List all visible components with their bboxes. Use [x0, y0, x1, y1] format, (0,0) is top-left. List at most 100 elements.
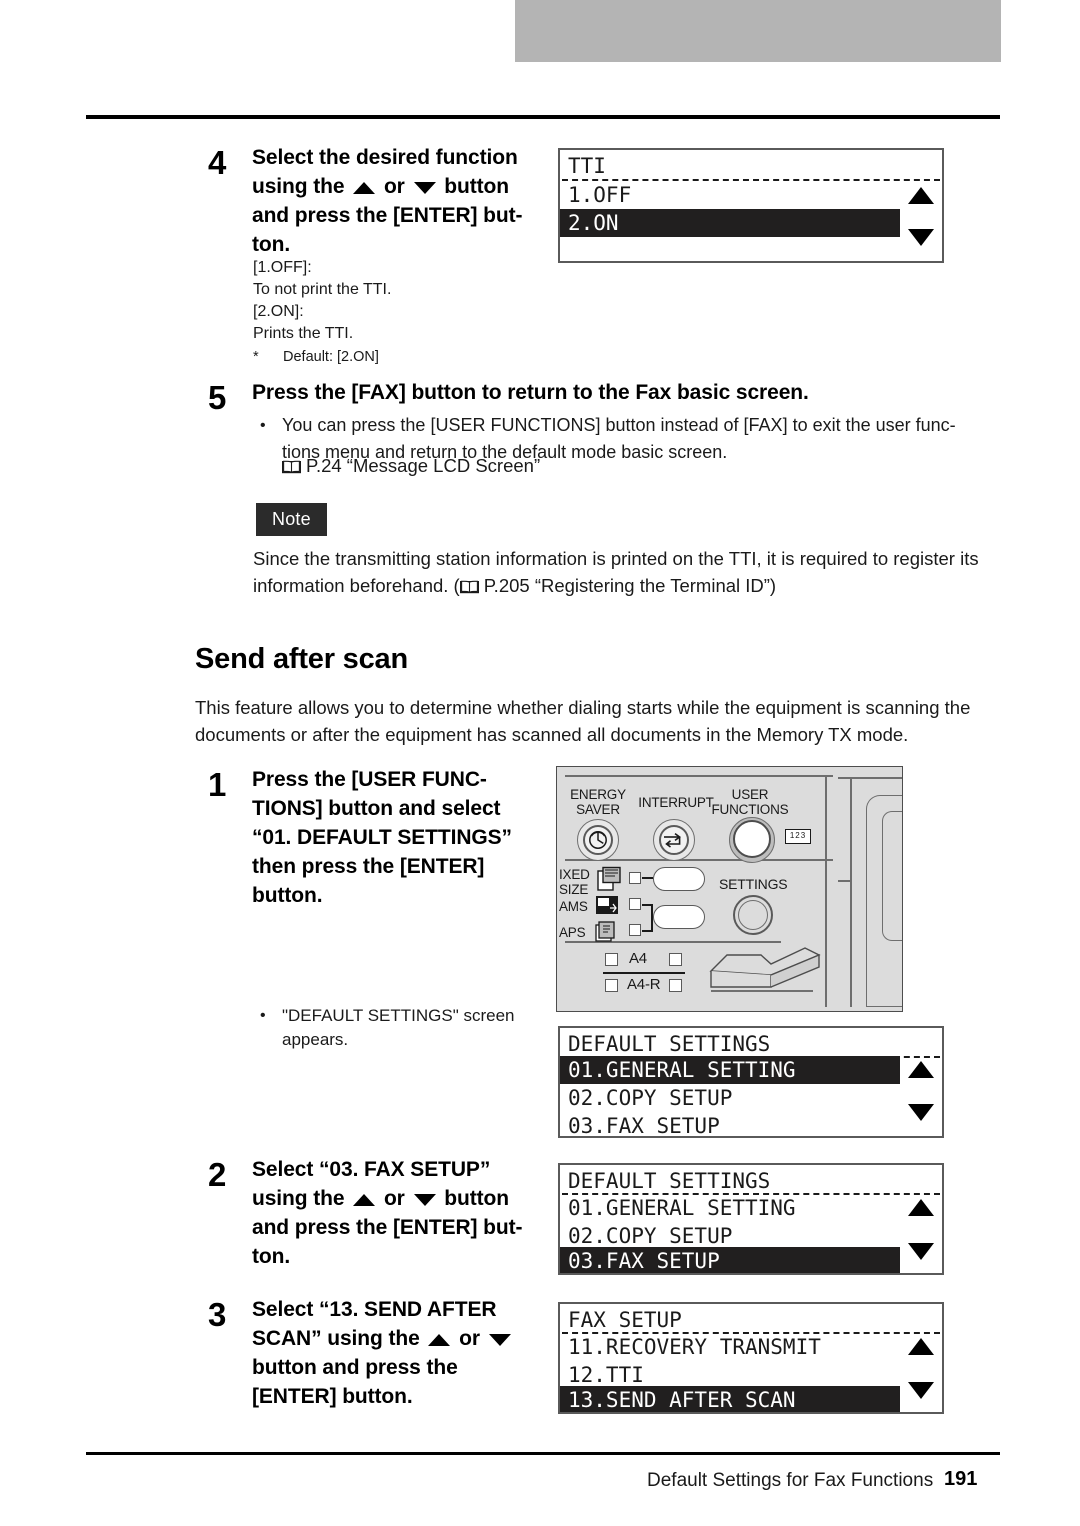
panel-top-line: [565, 775, 833, 777]
lcd-scroll-up-icon-3[interactable]: [908, 1199, 934, 1216]
mixed-size-button[interactable]: [653, 867, 705, 891]
paper-led-right-2: [669, 979, 682, 992]
note-body-line2-pre: information beforehand. (: [253, 575, 460, 596]
step-3-title-line4: [ENTER] button.: [252, 1385, 413, 1408]
ams-aps-button[interactable]: [653, 905, 705, 929]
lcd-scroll-down-icon[interactable]: [908, 229, 934, 246]
step-5-title: Press the [FAX] button to return to the …: [252, 381, 809, 404]
lcd-title-tti: TTI: [568, 154, 606, 178]
paper-tray-illustration: [709, 947, 821, 992]
header-divider-rule: [86, 115, 1000, 119]
footer-page-number: 191: [944, 1468, 978, 1490]
paper-led-right-1: [669, 953, 682, 966]
step-3-number: 3: [208, 1296, 227, 1333]
lcd-row-tti-0[interactable]: 1.OFF: [560, 181, 900, 209]
lcd-scroll-down-icon-4[interactable]: [908, 1382, 934, 1399]
step-2-number: 2: [208, 1156, 227, 1193]
lcd-screen-fax-setup: FAX SETUP 11.RECOVERY TRANSMIT 12.TTI 13…: [558, 1302, 944, 1414]
book-reference-icon-2: [459, 574, 479, 594]
energy-saver-icon: [589, 831, 607, 849]
arrow-up-icon: [353, 182, 376, 194]
lcd-row-fs-1[interactable]: 12.TTI: [560, 1361, 900, 1389]
step-5-number: 5: [208, 379, 227, 416]
aps-led: [629, 924, 641, 936]
paper-led-left-1: [605, 953, 618, 966]
manual-page: 4 Select the desired function using the …: [0, 0, 1080, 1526]
lcd-row-ds2-0[interactable]: 01.GENERAL SETTING: [560, 1194, 900, 1222]
user-functions-label-line1: USER: [731, 787, 769, 802]
aps-label: APS: [559, 925, 586, 940]
lcd-row-fs-0[interactable]: 11.RECOVERY TRANSMIT: [560, 1333, 900, 1361]
step-4-title-line3: and press the [ENTER] but-: [252, 204, 523, 227]
lcd-row-ds1-1[interactable]: 02.COPY SETUP: [560, 1084, 900, 1112]
lcd-row-tti-1-selected[interactable]: 2.ON: [560, 209, 900, 237]
note-badge: Note: [256, 503, 327, 536]
section-intro-line2: documents or after the equipment has sca…: [195, 724, 909, 745]
mixed-size-led: [629, 872, 641, 884]
step-4-detail-off-desc: To not print the TTI.: [253, 281, 392, 298]
mixed-size-connector: [642, 877, 653, 879]
step-1-bullet-line1: "DEFAULT SETTINGS" screen: [282, 1006, 515, 1025]
step-4-detail-on-desc: Prints the TTI.: [253, 325, 354, 342]
step-3-title-line2b: or: [459, 1327, 480, 1350]
paper-size-a4-label: A4: [629, 950, 647, 967]
lcd-scroll-down-icon-3[interactable]: [908, 1243, 934, 1260]
keypad-badge-label: 123: [789, 831, 807, 840]
step-4-number: 4: [208, 144, 227, 181]
step-1-title: Press the [USER FUNC- TIONS] button and …: [252, 765, 552, 910]
panel-edge-rounded-inner: [882, 811, 902, 941]
lcd-row-ds1-2[interactable]: 03.FAX SETUP: [560, 1112, 900, 1136]
control-panel-right-edge: [838, 766, 903, 1012]
lcd-row-fs-2-selected[interactable]: 13.SEND AFTER SCAN: [560, 1386, 900, 1412]
note-body-line2-reference[interactable]: P.205 “Registering the Terminal ID”): [484, 575, 776, 596]
step-4-title-line2a: using the: [252, 175, 345, 198]
bullet-dot-icon-2: •: [260, 1007, 266, 1024]
lcd-title-default-settings-1: DEFAULT SETTINGS: [568, 1032, 771, 1056]
lcd-row-ds1-0-selected[interactable]: 01.GENERAL SETTING: [560, 1056, 900, 1084]
footer-divider-rule: [86, 1452, 1000, 1455]
panel-right-divider: [825, 775, 827, 1007]
step-2-title-line1: Select “03. FAX SETUP”: [252, 1158, 491, 1181]
section-heading-send-after-scan: Send after scan: [195, 643, 408, 675]
step-5-bullet-line1: You can press the [USER FUNCTIONS] butto…: [282, 415, 956, 435]
step-5-reference-text[interactable]: P.24 “Message LCD Screen”: [306, 455, 540, 476]
step-1-bullet-line2: appears.: [282, 1030, 349, 1049]
lcd-scroll-down-icon-2[interactable]: [908, 1104, 934, 1121]
user-functions-button[interactable]: [733, 820, 771, 858]
ams-icon: [596, 896, 618, 914]
energy-saver-label-line1: ENERGY: [570, 787, 626, 802]
lcd-row-ds2-1[interactable]: 02.COPY SETUP: [560, 1222, 900, 1250]
bullet-dot-icon: •: [260, 417, 266, 434]
lcd-scroll-up-icon[interactable]: [908, 187, 934, 204]
step-4-title-line2b: or: [383, 175, 405, 198]
arrow-down-icon: [413, 182, 436, 194]
footer-section-title: Default Settings for Fax Functions: [647, 1470, 934, 1491]
step-1-title-line5: button.: [252, 884, 323, 907]
step-4-default-asterisk: *: [253, 349, 259, 365]
interrupt-icon: [664, 832, 681, 848]
step-4-title-line4: ton.: [252, 233, 291, 256]
note-body-line1: Since the transmitting station informati…: [253, 548, 979, 569]
panel-edge-notch: [838, 880, 852, 882]
step-1-title-line2: TIONS] button and select: [252, 797, 501, 820]
control-panel-illustration: ENERGY SAVER INTERRUPT USER FUNCTIONS 12…: [556, 766, 840, 1012]
lcd-scroll-up-icon-2[interactable]: [908, 1061, 934, 1078]
aps-icon: [595, 921, 615, 942]
lcd-row-ds2-2-selected[interactable]: 03.FAX SETUP: [560, 1247, 900, 1273]
user-functions-label-line2: FUNCTIONS: [711, 802, 789, 817]
lcd-screen-default-settings-1: DEFAULT SETTINGS 01.GENERAL SETTING 02.C…: [558, 1026, 944, 1138]
ams-label: AMS: [559, 899, 588, 914]
arrow-up-icon-3: [428, 1334, 451, 1346]
lcd-row-tti-2[interactable]: [560, 237, 900, 261]
settings-label: SETTINGS: [719, 876, 788, 892]
step-2-title-line3: and press the [ENTER] but-: [252, 1216, 523, 1239]
section-intro-line1: This feature allows you to determine whe…: [195, 697, 971, 718]
lcd-scroll-up-icon-4[interactable]: [908, 1338, 934, 1355]
step-2-title-line2c: button: [444, 1187, 509, 1210]
paper-row-divider: [603, 972, 685, 974]
book-reference-icon: [282, 454, 301, 474]
step-2-title-line2a: using the: [252, 1187, 345, 1210]
arrow-up-icon-2: [353, 1194, 376, 1206]
step-1-number: 1: [208, 766, 227, 803]
step-3-title-line2a: SCAN” using the: [252, 1327, 420, 1350]
